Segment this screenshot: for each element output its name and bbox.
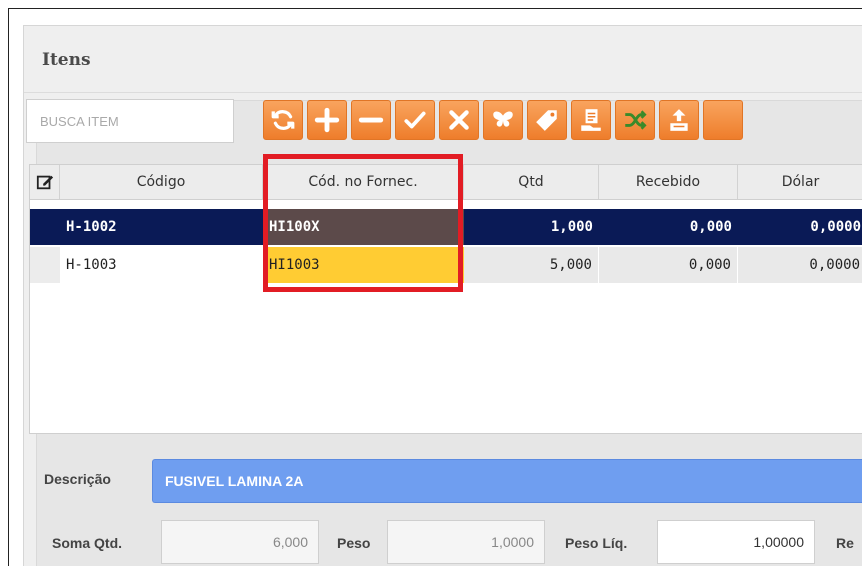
items-table: Código Cód. no Fornec. Qtd Recebido Dóla… [29,164,862,434]
tag-button[interactable] [527,100,567,140]
soma-qtd-field[interactable]: 6,000 [161,520,319,564]
soma-qtd-label: Soma Qtd. [52,535,123,551]
table-row[interactable]: H-1002 HI100X 1,000 0,000 0,0000 [30,209,862,245]
close-icon [449,110,469,130]
upload-box-icon [670,109,688,131]
plus-icon [314,107,340,133]
descricao-label: Descrição [44,471,111,487]
peso-field[interactable]: 1,0000 [387,520,545,564]
check-icon [404,111,426,129]
table-header: Código Cód. no Fornec. Qtd Recebido Dóla… [30,165,862,200]
column-header-dolar[interactable]: Dólar [738,165,862,199]
more-toolbar-button[interactable] [703,100,743,140]
edit-column-header[interactable] [30,165,60,199]
upload-button[interactable] [659,100,699,140]
butterfly-icon [493,111,513,127]
column-header-cod-fornec[interactable]: Cód. no Fornec. [263,165,464,199]
shuffle-button[interactable] [615,100,655,140]
cell-recebido: 0,000 [599,247,738,283]
remove-item-button[interactable] [351,100,391,140]
refresh-icon [271,110,295,130]
receipt-hand-icon [581,109,601,131]
tag-icon [536,110,557,131]
cell-qtd: 1,000 [550,219,593,235]
cell-recebido: 0,000 [689,219,732,235]
cell-codigo: H-1003 [66,257,117,273]
cell-dolar: 0,0000 [810,219,861,235]
cell-dolar: 0,0000 [738,247,862,283]
butterfly-button[interactable] [483,100,523,140]
cell-qtd: 5,000 [464,247,599,283]
refresh-button[interactable] [263,100,303,140]
descricao-field[interactable]: FUSIVEL LAMINA 2A [152,459,862,503]
table-row[interactable]: H-1003 HI1003 5,000 0,000 0,0000 [30,247,862,283]
panel-title: Itens [42,50,91,70]
minus-icon [358,117,384,123]
confirm-button[interactable] [395,100,435,140]
search-input[interactable] [26,99,234,143]
cell-cod-fornec[interactable]: HI100X [263,209,464,245]
cell-cod-fornec[interactable]: HI1003 [263,247,464,283]
column-header-codigo[interactable]: Código [60,165,263,199]
edit-icon [36,175,53,190]
column-header-qtd[interactable]: Qtd [464,165,599,199]
panel-divider [24,92,862,93]
next-field-label: Re [836,535,854,551]
cancel-button[interactable] [439,100,479,140]
row-selector-cell[interactable] [30,247,60,283]
cell-codigo: H-1002 [66,219,117,235]
peso-label: Peso [337,535,371,551]
add-item-button[interactable] [307,100,347,140]
receipt-button[interactable] [571,100,611,140]
peso-liq-label: Peso Líq. [565,535,628,551]
shuffle-icon [625,110,647,130]
peso-liq-field[interactable]: 1,00000 [657,520,815,564]
column-header-recebido[interactable]: Recebido [599,165,738,199]
